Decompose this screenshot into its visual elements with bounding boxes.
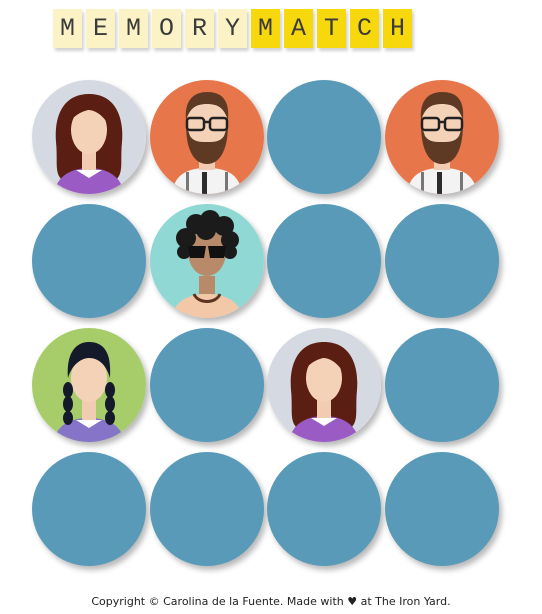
memory-card-face-down[interactable] bbox=[149, 328, 264, 442]
card-board bbox=[32, 80, 502, 580]
woman-brown-hair-icon bbox=[267, 328, 381, 442]
title-letter-tile: C bbox=[350, 9, 379, 48]
memory-card-face-down[interactable] bbox=[384, 204, 499, 318]
title-letter-tile: O bbox=[152, 9, 181, 48]
memory-card-face-up[interactable] bbox=[32, 328, 146, 442]
memory-card-face-down[interactable] bbox=[32, 452, 146, 566]
footer: Copyright © Carolina de la Fuente. Made … bbox=[0, 595, 542, 608]
curly-hair-sunglasses-icon bbox=[149, 204, 264, 318]
title-letter-tile: E bbox=[86, 9, 115, 48]
bearded-man-glasses-icon bbox=[384, 80, 499, 194]
memory-card-face-up[interactable] bbox=[149, 204, 264, 318]
memory-card-face-up[interactable] bbox=[32, 80, 146, 194]
title-letter-tile: A bbox=[284, 9, 313, 48]
game-title: MEMORYMATCH bbox=[53, 9, 489, 49]
heart-icon: ♥ bbox=[347, 595, 358, 608]
memory-card-face-down[interactable] bbox=[32, 204, 146, 318]
memory-card-face-up[interactable] bbox=[267, 328, 381, 442]
footer-credit-text: at The Iron Yard. bbox=[360, 595, 451, 608]
memory-card-face-down[interactable] bbox=[384, 452, 499, 566]
memory-card-face-down[interactable] bbox=[267, 204, 381, 318]
woman-brown-hair-icon bbox=[32, 80, 146, 194]
bearded-man-glasses-icon bbox=[149, 80, 264, 194]
title-letter-tile: T bbox=[317, 9, 346, 48]
memory-card-face-down[interactable] bbox=[267, 452, 381, 566]
memory-card-face-down[interactable] bbox=[267, 80, 381, 194]
memory-card-face-up[interactable] bbox=[149, 80, 264, 194]
title-letter-tile: M bbox=[251, 9, 280, 48]
title-letter-tile: R bbox=[185, 9, 214, 48]
footer-copyright-text: Copyright © Carolina de la Fuente. Made … bbox=[91, 595, 344, 608]
title-letter-tile: Y bbox=[218, 9, 247, 48]
title-letter-tile: H bbox=[383, 9, 412, 48]
memory-card-face-up[interactable] bbox=[384, 80, 499, 194]
girl-black-braids-icon bbox=[32, 328, 146, 442]
title-letter-tile: M bbox=[119, 9, 148, 48]
memory-card-face-down[interactable] bbox=[384, 328, 499, 442]
memory-card-face-down[interactable] bbox=[149, 452, 264, 566]
title-letter-tile: M bbox=[53, 9, 82, 48]
